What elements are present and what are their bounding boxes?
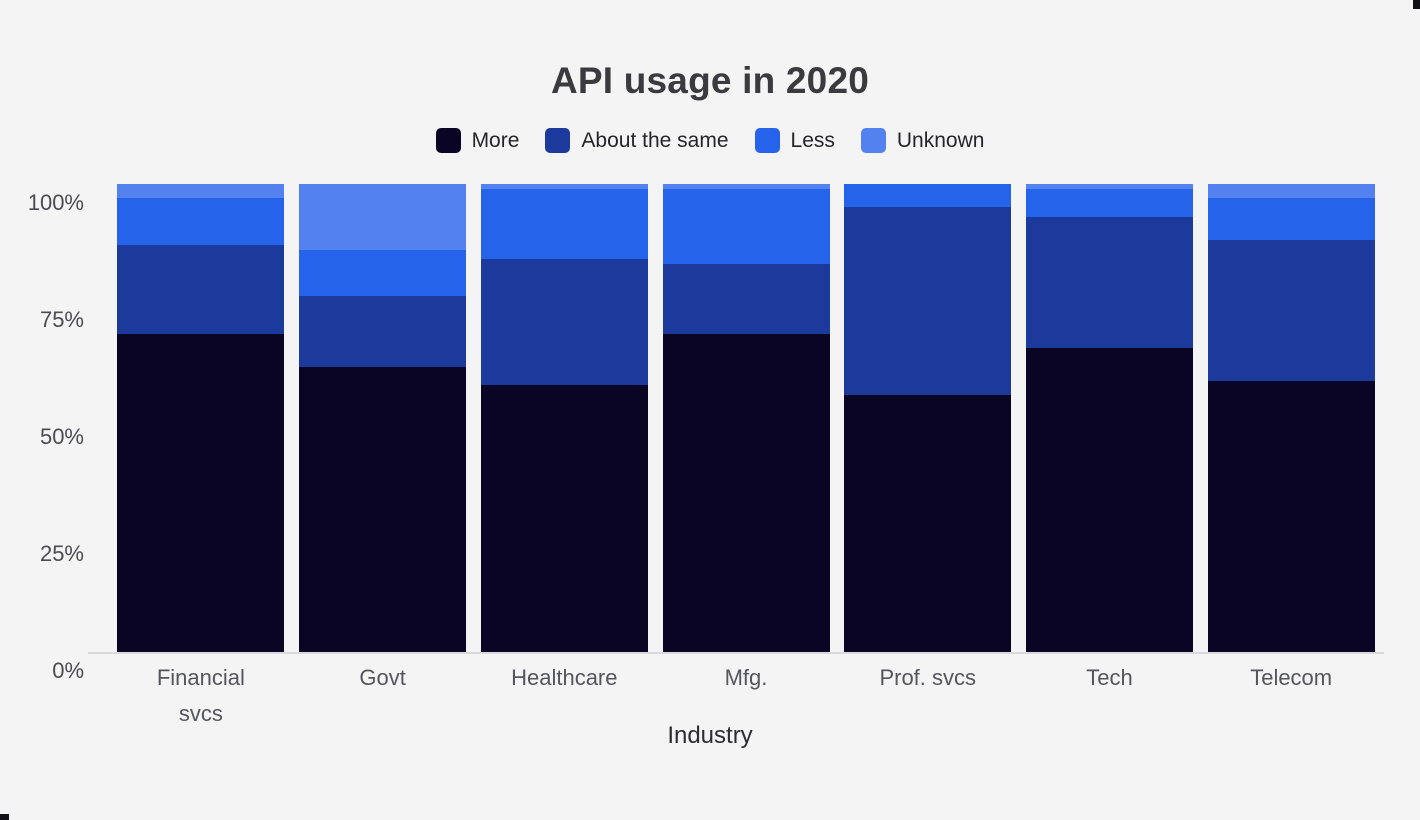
- bar-segment[interactable]: [299, 296, 467, 367]
- x-axis-tick-label-line: Tech: [1086, 665, 1133, 690]
- legend-swatch-icon: [435, 128, 461, 153]
- y-axis-tick-label: 0%: [52, 658, 84, 683]
- stacked-bar[interactable]: [480, 184, 648, 652]
- bar-segment[interactable]: [844, 207, 1012, 395]
- bar-slot: [110, 184, 292, 652]
- x-axis-line: [88, 652, 1384, 654]
- stacked-bar-chart: API usage in 2020 More About the same Less…: [0, 0, 1420, 820]
- bar-slot: [1200, 184, 1382, 652]
- bar-segment[interactable]: [844, 394, 1012, 652]
- bar-segment[interactable]: [117, 333, 285, 652]
- legend-item[interactable]: More: [435, 128, 520, 153]
- legend-item[interactable]: About the same: [545, 128, 729, 153]
- x-axis-tick-label-line: Prof. svcs: [879, 665, 977, 690]
- y-axis-tick-label: 25%: [39, 541, 84, 566]
- window-corner-artifact-top-right: [1413, 0, 1420, 9]
- bar-segment[interactable]: [1025, 216, 1193, 348]
- stacked-bar[interactable]: [117, 184, 285, 652]
- bar-group: [110, 184, 1382, 652]
- legend-item[interactable]: Less: [754, 128, 835, 153]
- y-axis-tick-label: 50%: [39, 424, 84, 449]
- bar-segment[interactable]: [480, 258, 648, 386]
- bar-segment[interactable]: [1207, 380, 1375, 652]
- plot-area: [88, 184, 1384, 654]
- bar-segment[interactable]: [117, 184, 285, 199]
- stacked-bar[interactable]: [1207, 184, 1375, 652]
- bar-segment[interactable]: [480, 385, 648, 652]
- bar-segment[interactable]: [1025, 188, 1193, 217]
- legend-item-label: Unknown: [896, 128, 985, 152]
- y-axis-tick-label: 100%: [27, 190, 84, 215]
- x-axis-tick-label-line: Telecom: [1250, 665, 1333, 690]
- x-axis-tick-label-line: Healthcare: [511, 665, 618, 690]
- bar-segment[interactable]: [1207, 198, 1375, 241]
- bar-slot: [1019, 184, 1201, 652]
- chart-title: API usage in 2020: [550, 60, 870, 101]
- bar-segment[interactable]: [299, 184, 467, 250]
- legend-item-label: More: [471, 128, 520, 152]
- bar-slot: [292, 184, 474, 652]
- legend-item-label: About the same: [581, 128, 729, 152]
- x-axis-tick-label-line: Financial: [156, 665, 245, 690]
- bar-slot: [655, 184, 837, 652]
- bar-segment[interactable]: [662, 188, 830, 264]
- bar-segment[interactable]: [480, 188, 648, 259]
- stacked-bar[interactable]: [662, 184, 830, 652]
- bar-slot: [473, 184, 655, 652]
- legend-swatch-icon: [754, 128, 780, 153]
- chart-legend: More About the same Less Unknown: [0, 128, 1420, 153]
- bar-segment[interactable]: [1207, 184, 1375, 199]
- stacked-bar[interactable]: [1025, 184, 1193, 652]
- bar-segment[interactable]: [1025, 347, 1193, 652]
- window-corner-artifact-bottom-left: [0, 814, 9, 820]
- legend-swatch-icon: [545, 128, 571, 153]
- bar-segment[interactable]: [299, 366, 467, 652]
- x-axis-tick-label-line: Govt: [359, 665, 406, 690]
- x-axis-title: Industry: [667, 722, 753, 749]
- legend-item[interactable]: Unknown: [860, 128, 985, 153]
- bar-segment[interactable]: [117, 198, 285, 245]
- legend-item-label: Less: [790, 128, 835, 152]
- bar-segment[interactable]: [299, 249, 467, 297]
- y-axis-tick-label: 75%: [39, 307, 84, 332]
- legend-swatch-icon: [860, 128, 886, 153]
- bar-segment[interactable]: [662, 263, 830, 334]
- bar-slot: [837, 184, 1019, 652]
- bar-segment[interactable]: [1207, 240, 1375, 381]
- bar-segment[interactable]: [117, 244, 285, 334]
- x-axis-tick-label-line: Mfg.: [724, 665, 768, 690]
- stacked-bar[interactable]: [844, 184, 1012, 652]
- y-axis: 100% 75% 50% 25% 0%: [0, 184, 96, 683]
- bar-segment[interactable]: [844, 184, 1012, 208]
- bar-segment[interactable]: [662, 333, 830, 652]
- stacked-bar[interactable]: [299, 184, 467, 652]
